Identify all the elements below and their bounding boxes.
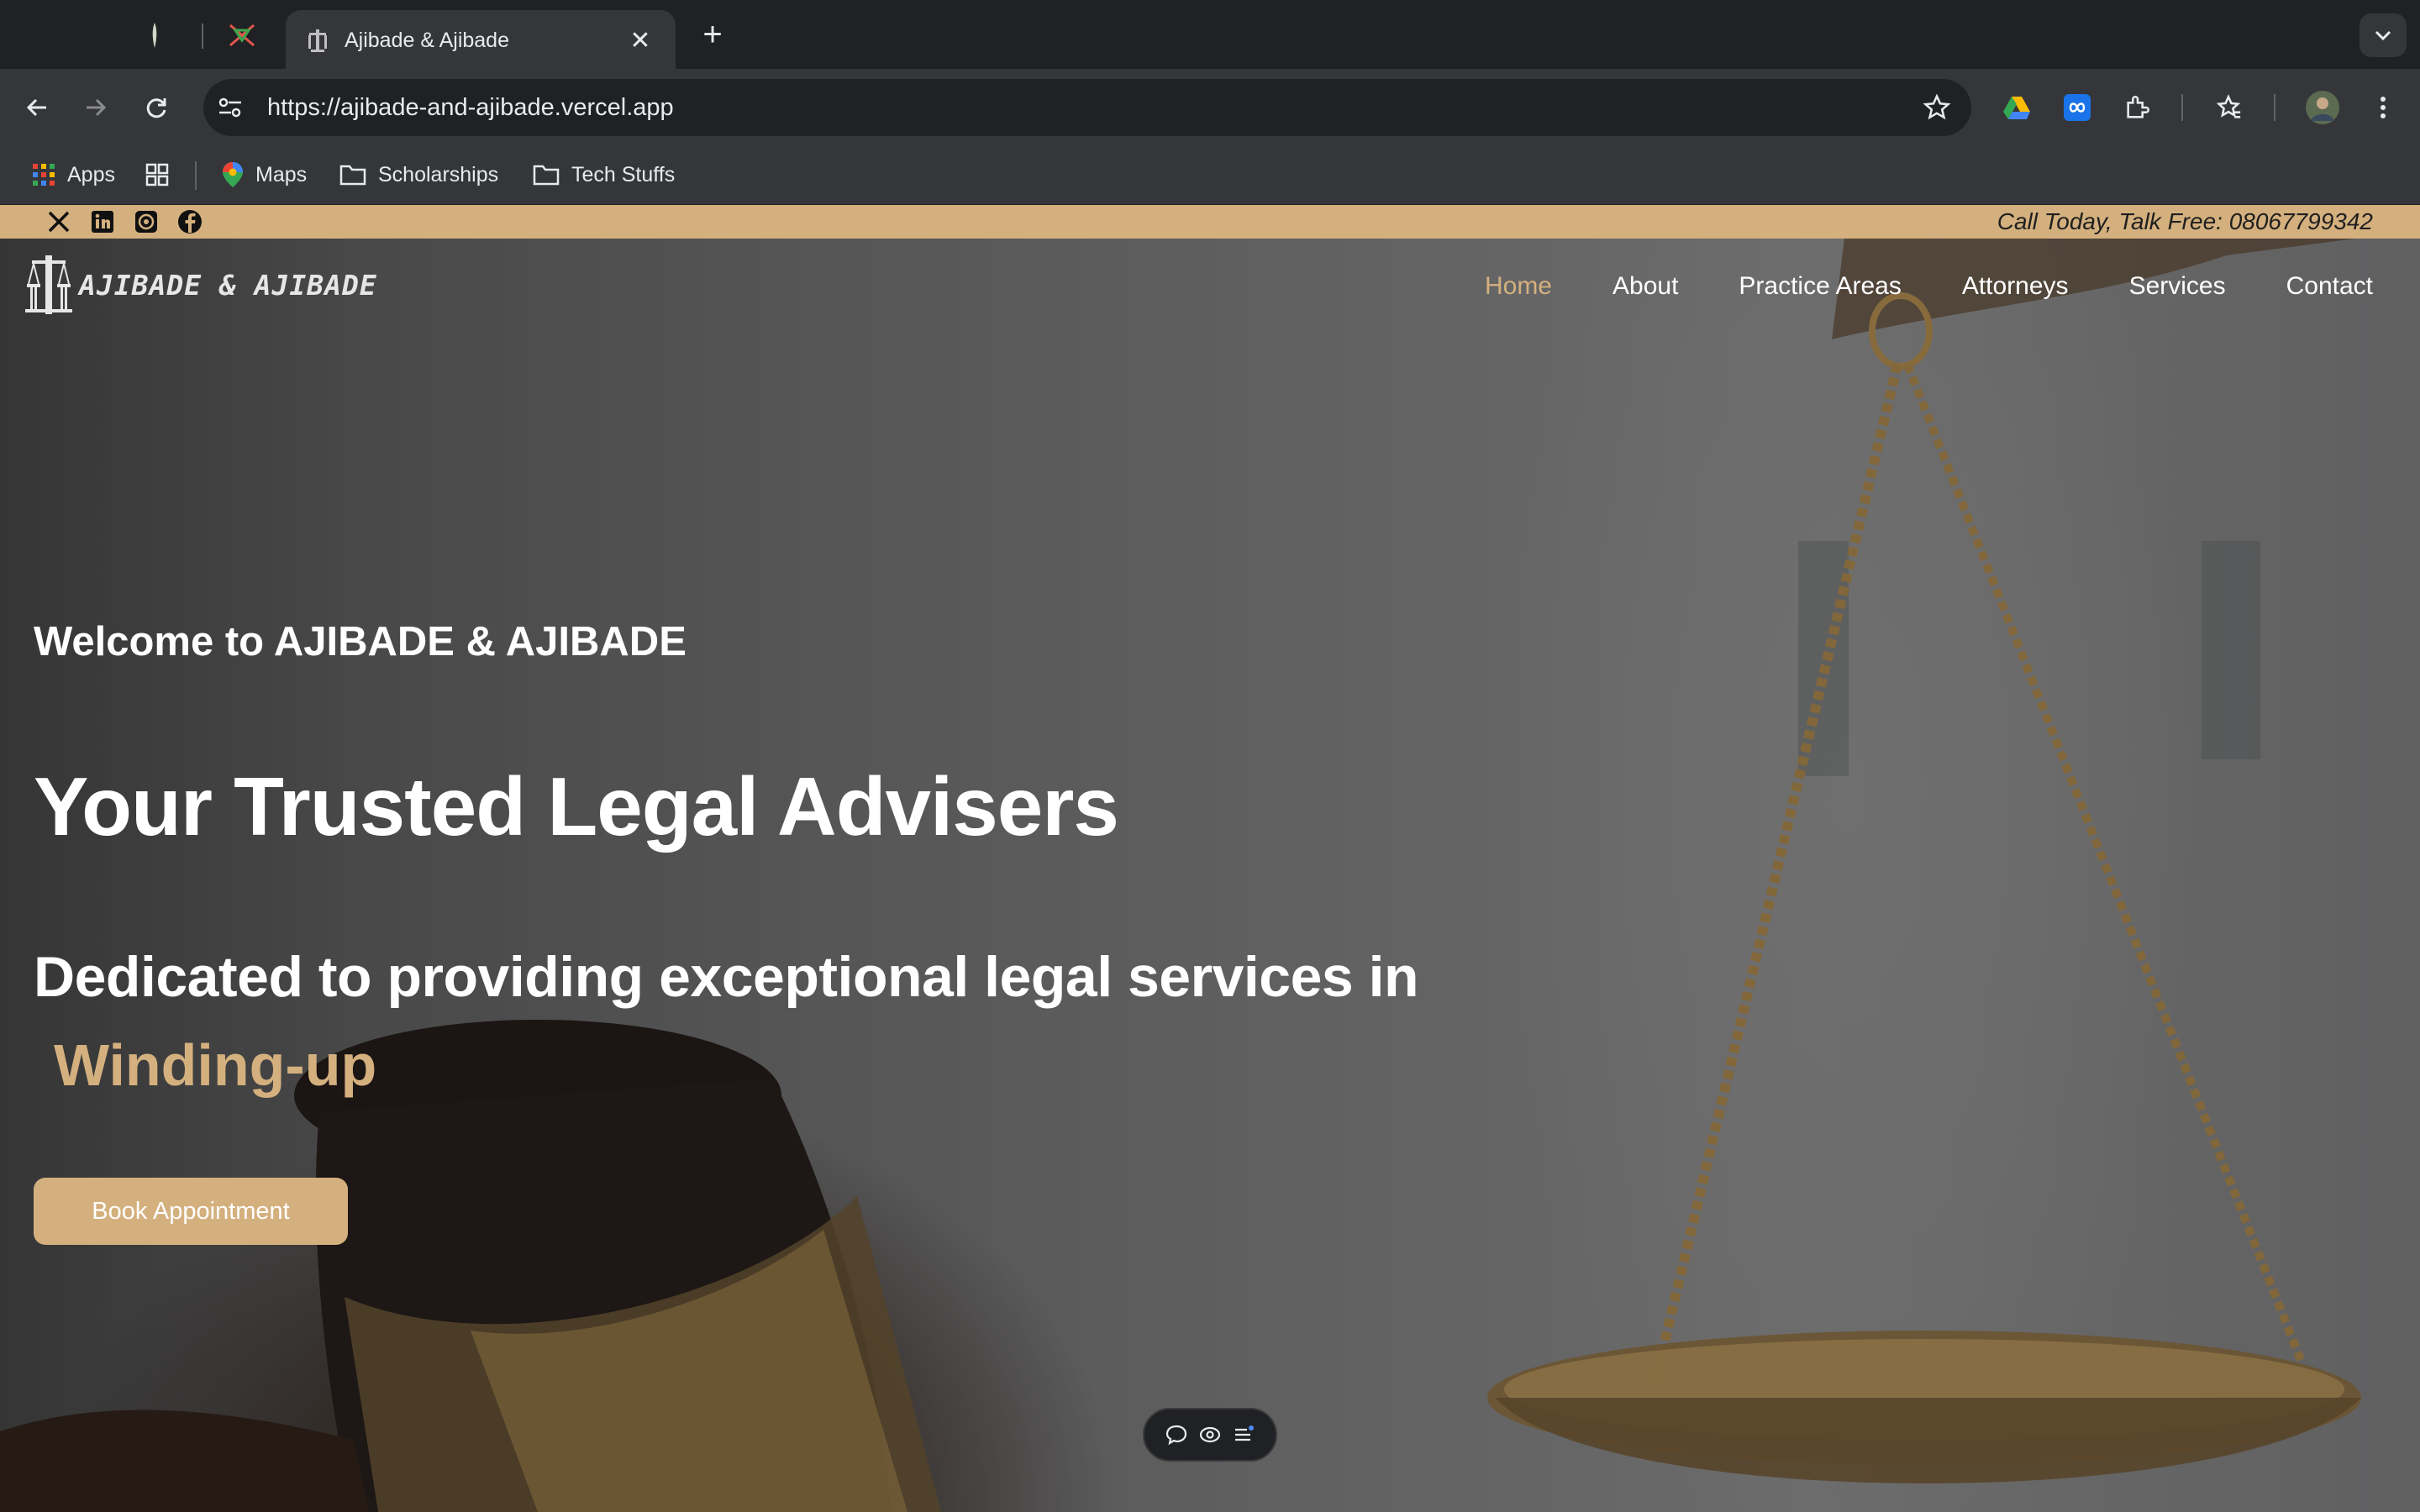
nav-services[interactable]: Services [2129,272,2226,301]
floating-feedback-toolbar [1143,1408,1277,1462]
comment-icon[interactable] [1165,1423,1188,1446]
puzzle-icon [2127,96,2149,118]
more-vertical-icon [2381,97,2386,118]
google-drive-icon [2003,97,2030,119]
apps-grid-icon [33,164,55,186]
bookmark-folder-scholarships[interactable]: Scholarships [339,156,498,193]
website-page: Call Today, Talk Free: 08067799342 AJIBA… [0,205,2420,1512]
tab-separator [202,24,203,49]
infinity-icon [2064,94,2091,121]
address-bar[interactable]: https://ajibade-and-ajibade.vercel.app [203,79,1971,136]
new-tab-button[interactable]: + [692,15,733,55]
tab-groups-icon [145,163,169,186]
menu-lines-icon[interactable] [1232,1423,1255,1446]
extensions-button[interactable] [2118,87,2158,128]
pinned-tab[interactable] [124,13,185,57]
tab-search-button[interactable] [2360,13,2407,57]
browser-menu-button[interactable] [2363,87,2403,128]
toolbar-separator [2274,94,2275,121]
hero-dark-overlay [0,205,2420,1512]
bookmark-folder-tech-stuffs[interactable]: Tech Stuffs [533,156,675,193]
browser-tab-strip: Ajibade & Ajibade ✕ + [0,0,2420,71]
folder-icon [339,165,366,186]
nav-about[interactable]: About [1612,272,1678,301]
whatsapp-icon[interactable] [129,205,163,239]
bookmark-tab-groups[interactable] [145,156,182,193]
bookmark-label: Scholarships [378,162,499,186]
bookmark-label: Maps [255,162,308,186]
toolbar-separator [2181,94,2183,121]
star-list-icon [2216,94,2241,118]
site-logo[interactable]: AJIBADE & AJIBADE [25,255,377,314]
nav-links: Home About Practice Areas Attorneys Serv… [1485,272,2373,301]
hero-subheadline: Dedicated to providing exceptional legal… [34,945,1419,1009]
bookmark-label: Tech Stuffs [571,162,676,186]
site-favicon-scales-icon [308,29,327,52]
contact-topbar: Call Today, Talk Free: 08067799342 [0,205,2420,239]
bookmark-star-icon[interactable] [1923,93,1951,122]
bookmark-maps[interactable]: Maps [222,156,307,193]
site-info-button[interactable] [213,91,247,124]
bookmark-label: Apps [67,162,115,186]
tune-icon [218,97,241,118]
hero-headline: Your Trusted Legal Advisers [34,760,1119,853]
chevron-down-icon [2375,30,2391,41]
nav-home[interactable]: Home [1485,272,1552,301]
book-appointment-button[interactable]: Book Appointment [34,1178,348,1245]
reading-list-button[interactable] [2208,87,2249,128]
bookmarks-bar: Apps Maps Scholarships Tech Stuffs [0,144,2420,205]
arrow-left-icon [26,98,46,117]
close-tab-icon[interactable]: ✕ [625,26,655,55]
leaf-icon [152,23,157,48]
loop-extension[interactable] [2057,87,2097,128]
nav-attorneys[interactable]: Attorneys [1962,272,2069,301]
scales-pillar-logo-icon [25,255,72,314]
avatar-icon [2306,91,2339,124]
logo-text: AJIBADE & AJIBADE [79,268,377,302]
browser-toolbar: https://ajibade-and-ajibade.vercel.app [0,69,2420,144]
linkedin-icon[interactable] [86,205,119,239]
hero-welcome: Welcome to AJIBADE & AJIBADE [34,619,687,664]
xcode-like-icon [229,24,255,47]
site-navbar: AJIBADE & AJIBADE Home About Practice Ar… [0,239,2420,333]
call-today-text[interactable]: Call Today, Talk Free: 08067799342 [1997,208,2373,235]
maps-pin-icon [223,162,243,187]
profile-avatar[interactable] [2302,87,2343,128]
nav-practice-areas[interactable]: Practice Areas [1739,272,1901,301]
url-text[interactable]: https://ajibade-and-ajibade.vercel.app [267,94,1923,122]
tab-title: Ajibade & Ajibade [345,28,509,52]
bookmark-separator [195,161,197,190]
arrow-right-icon [87,98,107,117]
back-button[interactable] [15,86,59,129]
google-drive-extension[interactable] [1996,87,2037,128]
nav-contact[interactable]: Contact [2286,272,2373,301]
hero-rotating-word: Winding-up [54,1032,377,1098]
folder-icon [533,165,560,186]
forward-button[interactable] [74,86,118,129]
eye-icon[interactable] [1198,1423,1222,1446]
reload-icon [146,98,166,118]
bookmark-apps[interactable]: Apps [32,156,115,193]
tab-active[interactable]: Ajibade & Ajibade ✕ [286,10,676,71]
facebook-icon[interactable] [173,205,207,239]
x-icon[interactable] [42,205,76,239]
pinned-tab[interactable] [212,13,272,57]
reload-button[interactable] [134,86,178,129]
